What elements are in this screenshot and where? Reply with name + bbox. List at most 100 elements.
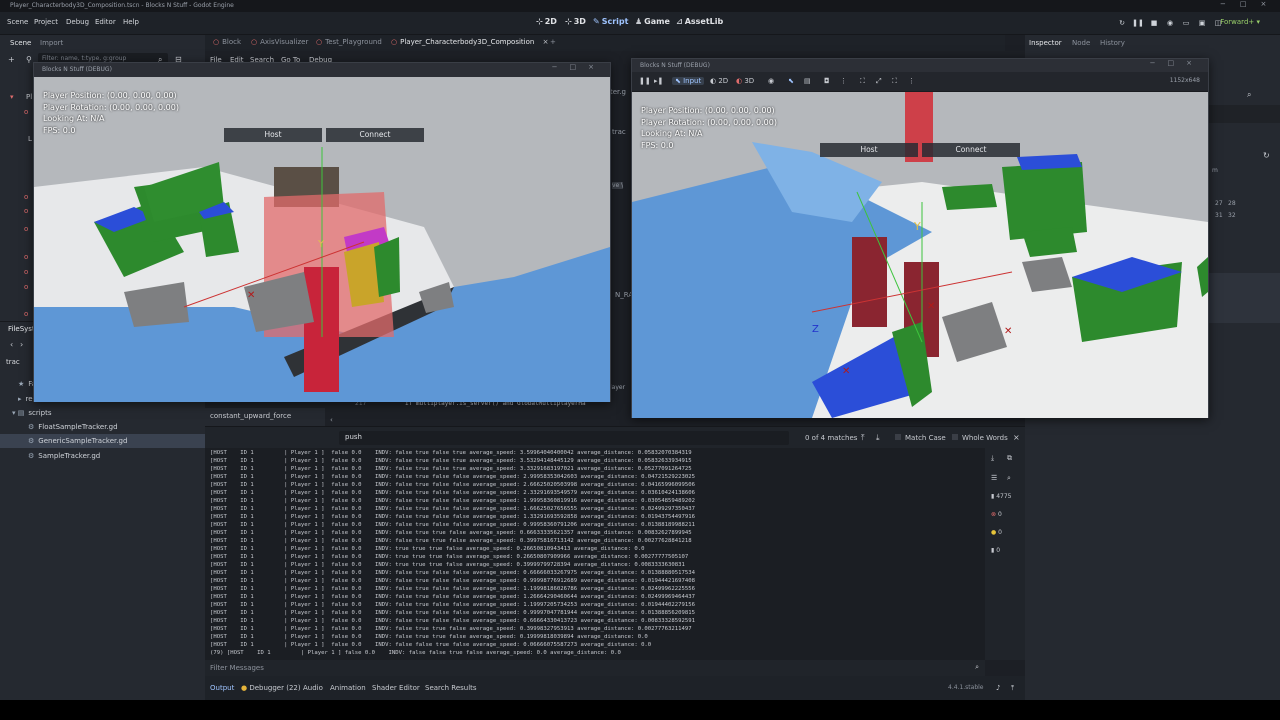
game-viewport[interactable]: ✕ Y Player Position: (0.00, 0.00, 0.00) … [34, 77, 610, 402]
folder-row-scripts[interactable]: ▾ ▤ scripts [0, 406, 205, 420]
game-window-controls[interactable]: −□× [552, 63, 606, 71]
file-row-sampletracker[interactable]: ⚙ SampleTracker.gd [0, 449, 205, 463]
menu-project[interactable]: Project [34, 18, 58, 26]
menu-help[interactable]: Help [123, 18, 139, 26]
connect-button[interactable]: Connect [922, 143, 1020, 157]
menu-scene[interactable]: Scene [7, 18, 28, 26]
renderer-selector[interactable]: Forward+ ▾ [1220, 18, 1260, 26]
close-icon[interactable]: × [1261, 0, 1280, 8]
game-window-left[interactable]: Blocks N Stuff (DEBUG) −□× ✕ Y Player Po… [33, 62, 611, 402]
tab-debugger[interactable]: ● Debugger (22) [241, 684, 301, 692]
tab-shader-editor[interactable]: Shader Editor [372, 684, 420, 692]
tab-inspector[interactable]: Inspector [1029, 39, 1062, 47]
workspace-game-button[interactable]: ♟ Game [635, 17, 670, 30]
link-icon[interactable]: ⚲ [26, 55, 32, 64]
maximize-icon[interactable]: □ [1240, 0, 1261, 8]
error-count[interactable]: ⊗ 0 [991, 511, 1002, 518]
camera-override-icon[interactable]: ⛶ [860, 77, 865, 86]
sound-icon[interactable]: ♪ [996, 684, 1000, 692]
host-button[interactable]: Host [224, 128, 322, 142]
next-frame-icon[interactable]: ▸❚ [654, 77, 663, 85]
tree-item[interactable]: o [24, 253, 28, 261]
output-log[interactable]: [HOST ID 1 | Player 1 ] false 0.0 INDV: … [205, 448, 985, 660]
tab-search-results[interactable]: Search Results [425, 684, 477, 692]
game-viewport[interactable]: Y ✕ ✕ ✕ Z Player Position: (0.00, 0.00, … [632, 92, 1208, 418]
expand-panel-icon[interactable]: ⤒ [1011, 684, 1014, 693]
search-icon[interactable]: ⌕ [1007, 474, 1011, 483]
add-node-icon[interactable]: + [8, 55, 15, 64]
fullscreen-icon[interactable]: ⛶ [892, 77, 897, 86]
stop-icon[interactable]: ■ [1148, 18, 1160, 29]
tree-item[interactable]: o [24, 108, 28, 116]
window-controls[interactable]: −□× [1220, 0, 1280, 12]
tree-item[interactable]: o [24, 283, 28, 291]
workspace-2d-button[interactable]: ⊹ 2D [536, 17, 557, 30]
prev-match-icon[interactable]: ⤒ [861, 433, 865, 443]
tab-test-playground[interactable]: ○ Test_Playground [316, 38, 382, 46]
tab-block[interactable]: ○ Block [213, 38, 241, 46]
filter-icon[interactable]: ☰ [991, 474, 997, 482]
forward-icon[interactable]: › [20, 340, 23, 349]
next-match-icon[interactable]: ⤓ [876, 433, 880, 443]
filesystem-search-input[interactable]: trac [6, 358, 36, 370]
more-icon[interactable]: ⋮ [840, 77, 847, 85]
more-icon[interactable]: ⋮ [908, 77, 915, 85]
method-item[interactable]: constant_upward_force [210, 412, 291, 420]
run-scene-icon[interactable]: ▭ [1180, 18, 1192, 29]
input-toggle[interactable]: ⬉ Input [672, 77, 705, 85]
expand-icon[interactable]: ⤢ [876, 77, 882, 86]
tree-item[interactable]: o [24, 310, 28, 318]
tab-node[interactable]: Node [1072, 39, 1090, 47]
select-icon[interactable]: ⬉ [788, 77, 794, 85]
tab-player-composition[interactable]: ○ Player_Characterbody3D_Composition × [391, 38, 548, 46]
tab-scene[interactable]: Scene [10, 39, 31, 47]
list-icon[interactable]: ▤ [804, 77, 811, 85]
collapse-icon[interactable]: ‹ [330, 416, 333, 424]
tab-import[interactable]: Import [40, 39, 63, 47]
menu-debug[interactable]: Debug [66, 18, 89, 26]
workspace-assetlib-button[interactable]: ⊿ AssetLib [676, 17, 723, 30]
tree-item[interactable]: o [24, 207, 28, 215]
filter-messages-input[interactable]: Filter Messages ⌕ [205, 660, 985, 676]
tab-animation[interactable]: Animation [330, 684, 366, 692]
tab-axisvisualizer[interactable]: ○ AxisVisualizer [251, 38, 308, 46]
remote-debug-icon[interactable]: ◉ [1164, 18, 1176, 29]
game-window-controls[interactable]: −□× [1150, 59, 1204, 67]
reload-icon[interactable]: ↻ [1263, 151, 1270, 160]
tree-item[interactable]: L [28, 135, 32, 143]
tree-item[interactable]: o [24, 225, 28, 233]
camera-icon[interactable]: ◘ [824, 77, 830, 85]
tree-item[interactable]: o [24, 193, 28, 201]
menu-editor[interactable]: Editor [95, 18, 116, 26]
reload-icon[interactable]: ↻ [1116, 18, 1128, 29]
workspace-3d-button[interactable]: ⊹ 3D [565, 17, 586, 30]
match-case-checkbox[interactable]: Match Case [895, 434, 946, 442]
close-tab-icon[interactable]: × [543, 38, 549, 46]
warning-count[interactable]: ● 0 [991, 529, 1002, 536]
connect-button[interactable]: Connect [326, 128, 424, 142]
eye-icon[interactable]: ◉ [768, 77, 774, 85]
workspace-script-button[interactable]: ✎ Script [593, 17, 628, 30]
pause-icon[interactable]: ❚❚ [639, 77, 651, 85]
message-count[interactable]: ▮ 4775 [991, 493, 1012, 500]
tab-history[interactable]: History [1100, 39, 1125, 47]
2d-toggle[interactable]: ◐ 2D [710, 77, 728, 85]
tree-collapse-icon[interactable]: ▾ [10, 93, 14, 101]
tab-audio[interactable]: Audio [303, 684, 323, 692]
copy-icon[interactable]: ⧉ [1007, 454, 1012, 463]
3d-toggle[interactable]: ◐ 3D [736, 77, 754, 85]
run-current-icon[interactable]: ▣ [1196, 18, 1208, 29]
find-input[interactable]: push [339, 431, 789, 445]
close-find-icon[interactable]: × [1013, 433, 1020, 442]
editor-count[interactable]: ▮ 0 [991, 547, 1000, 554]
minimize-icon[interactable]: − [1220, 0, 1240, 8]
add-tab-icon[interactable]: + [550, 38, 556, 46]
host-button[interactable]: Host [820, 143, 918, 157]
search-icon[interactable]: ⌕ [1247, 90, 1251, 100]
file-row-floatsampletracker[interactable]: ⚙ FloatSampleTracker.gd [0, 420, 205, 434]
file-row-genericsampletracker[interactable]: ⚙ GenericSampleTracker.gd [0, 434, 205, 448]
tree-item[interactable]: Pl [26, 93, 32, 101]
pause-icon[interactable]: ❚❚ [1132, 18, 1144, 29]
back-icon[interactable]: ‹ [10, 340, 13, 349]
tree-item[interactable]: o [24, 268, 28, 276]
